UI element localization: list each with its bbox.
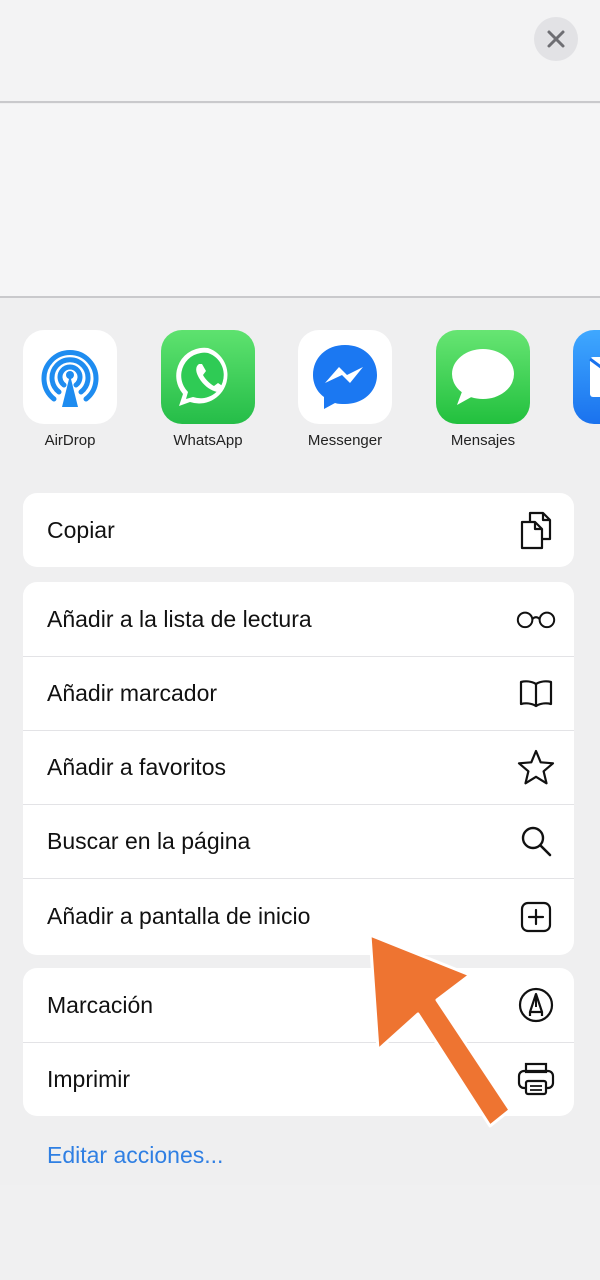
app-label: AirDrop (44, 432, 96, 449)
app-label: Messenger (307, 432, 383, 449)
airdrop-icon (23, 330, 117, 424)
actions-group: Añadir a la lista de lectura Añadir marc… (23, 582, 574, 955)
mail-icon (573, 330, 600, 424)
printer-icon (516, 1059, 556, 1099)
content-preview (0, 104, 600, 296)
action-label: Marcación (47, 991, 154, 1018)
app-label: WhatsApp (173, 432, 243, 449)
app-mail[interactable]: C (565, 330, 600, 449)
action-label: Buscar en la página (47, 827, 251, 854)
markup-pen-icon (516, 985, 556, 1025)
share-sheet-header (0, 0, 600, 102)
action-label: Imprimir (47, 1065, 131, 1092)
app-label: C (565, 432, 600, 449)
app-label: Mensajes (450, 432, 516, 449)
book-icon (516, 673, 556, 713)
add-square-icon (516, 897, 556, 937)
action-label: Añadir a favoritos (47, 753, 226, 780)
action-bookmark[interactable]: Añadir marcador (23, 656, 574, 730)
action-label: Copiar (47, 516, 115, 543)
action-find-in-page[interactable]: Buscar en la página (23, 804, 574, 878)
app-airdrop[interactable]: AirDrop (15, 330, 125, 449)
action-copy[interactable]: Copiar (23, 493, 574, 567)
close-button[interactable] (534, 17, 578, 61)
header-divider (0, 101, 600, 103)
share-apps-row: AirDrop WhatsApp Messenger Mensajes (0, 330, 600, 460)
action-label: Añadir a la lista de lectura (47, 605, 312, 632)
copy-group: Copiar (23, 493, 574, 567)
whatsapp-icon (161, 330, 255, 424)
search-icon (516, 821, 556, 861)
app-messenger[interactable]: Messenger (290, 330, 400, 449)
app-messages[interactable]: Mensajes (428, 330, 538, 449)
action-label: Añadir marcador (47, 679, 218, 706)
app-whatsapp[interactable]: WhatsApp (153, 330, 263, 449)
action-reading-list[interactable]: Añadir a la lista de lectura (23, 582, 574, 656)
edit-actions-link[interactable]: Editar acciones... (47, 1142, 223, 1169)
sheet-bottom (0, 1185, 600, 1280)
star-icon (516, 747, 556, 787)
annotation-arrow (368, 933, 512, 1128)
action-favorites[interactable]: Añadir a favoritos (23, 730, 574, 804)
preview-divider (0, 296, 600, 298)
close-icon (547, 30, 565, 48)
messenger-icon (298, 330, 392, 424)
glasses-icon (516, 599, 556, 639)
copy-icon (516, 510, 556, 550)
action-label: Añadir a pantalla de inicio (47, 903, 311, 929)
messages-icon (436, 330, 530, 424)
